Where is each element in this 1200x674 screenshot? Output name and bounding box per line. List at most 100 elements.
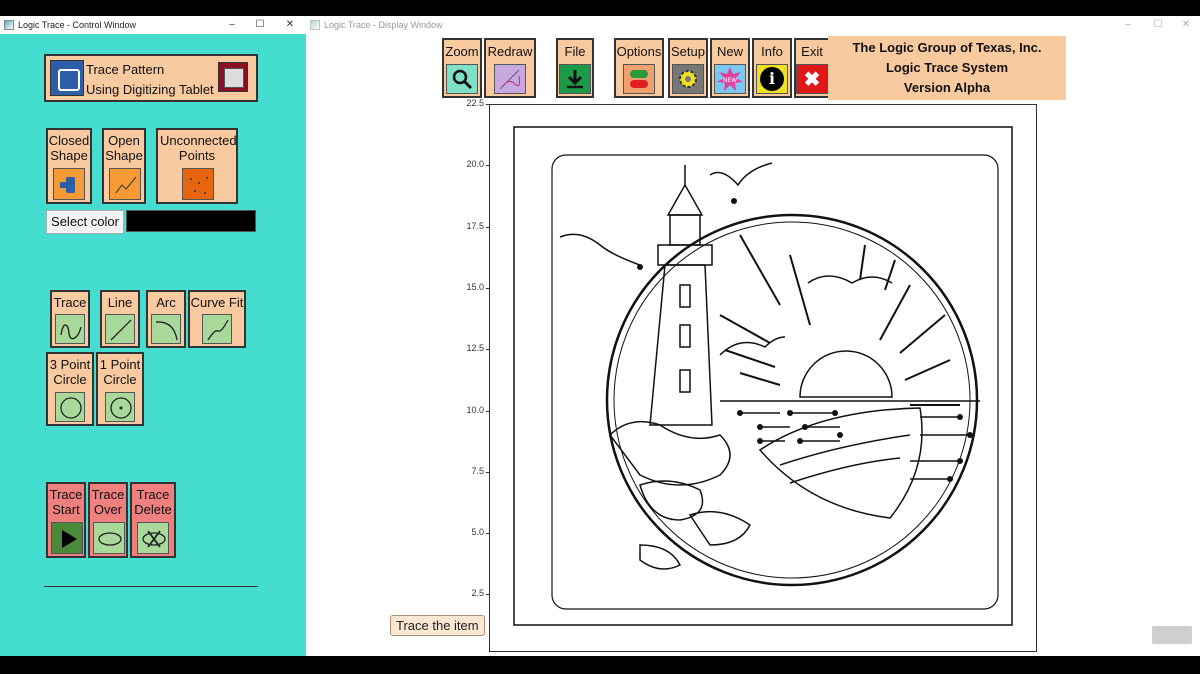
- color-swatch[interactable]: [126, 210, 256, 232]
- redraw-icon: [494, 64, 526, 94]
- maximize-button[interactable]: ☐: [246, 16, 274, 34]
- trace-start-button[interactable]: Trace Start: [46, 482, 86, 558]
- trace-button[interactable]: Trace: [50, 290, 90, 348]
- y-tick-label: 22.5: [466, 98, 484, 108]
- three-point-circle-button[interactable]: 3 Point Circle: [46, 352, 94, 426]
- maximize-button[interactable]: ☐: [1144, 16, 1172, 34]
- info-icon: i: [756, 64, 788, 94]
- trace-delete-icon: [137, 522, 169, 554]
- exit-button[interactable]: Exit ✖: [794, 38, 830, 98]
- new-badge-text: NEW: [723, 77, 737, 84]
- tablet-icon: [50, 60, 84, 96]
- minimize-button[interactable]: –: [1114, 16, 1142, 34]
- control-window-titlebar[interactable]: Logic Trace - Control Window – ☐ ✕: [0, 16, 306, 34]
- display-area: Zoom Redraw File Options Setup New NEW I…: [306, 34, 1200, 656]
- play-icon: [51, 522, 83, 554]
- y-tick-label: 7.5: [471, 465, 484, 476]
- closed-shape-label: Closed Shape: [48, 133, 90, 163]
- drawing-canvas[interactable]: [489, 104, 1037, 652]
- one-point-circle-label: 1 Point Circle: [99, 357, 141, 387]
- overlay-control-icon: [1152, 626, 1192, 644]
- minimize-button[interactable]: –: [218, 16, 246, 34]
- system-name: Logic Trace System: [885, 60, 1009, 75]
- control-window-title: Logic Trace - Control Window: [18, 20, 137, 30]
- select-color-button[interactable]: Select color: [46, 210, 124, 234]
- version-label: Version Alpha: [903, 80, 991, 95]
- trace-start-label: Trace Start: [49, 487, 83, 517]
- y-tick-label: 10.0: [466, 404, 484, 415]
- new-badge-icon: NEW: [714, 64, 746, 94]
- arc-button[interactable]: Arc: [146, 290, 186, 348]
- display-window: Logic Trace - Display Window – ☐ ✕ Zoom …: [306, 16, 1200, 656]
- unconnected-points-icon: [182, 168, 214, 200]
- open-shape-icon: [109, 168, 141, 200]
- trace-over-label: Trace Over: [91, 487, 125, 517]
- desktop: Logic Trace - Control Window – ☐ ✕ Trace…: [0, 0, 1200, 674]
- circle-center-icon: [105, 392, 135, 422]
- trace-over-button[interactable]: Trace Over: [88, 482, 128, 558]
- closed-shape-icon: [53, 168, 85, 200]
- setup-label: Setup: [671, 44, 705, 59]
- curve-fit-icon: [202, 314, 232, 344]
- freehand-icon: [55, 314, 85, 344]
- options-button[interactable]: Options: [614, 38, 664, 98]
- tablet-label-line2: Using Digitizing Tablet: [86, 82, 214, 97]
- closed-shape-button[interactable]: Closed Shape: [46, 128, 92, 204]
- company-banner: The Logic Group of Texas, Inc. Logic Tra…: [828, 36, 1066, 100]
- trace-over-icon: [93, 522, 125, 554]
- line-label: Line: [107, 295, 133, 310]
- circle-icon: [55, 392, 85, 422]
- exit-label: Exit: [801, 44, 823, 59]
- unconnected-points-button[interactable]: Unconnected Points: [156, 128, 238, 204]
- one-point-circle-button[interactable]: 1 Point Circle: [96, 352, 144, 426]
- options-label: Options: [616, 44, 662, 59]
- file-label: File: [564, 44, 586, 59]
- app-icon: [4, 20, 14, 30]
- display-window-title: Logic Trace - Display Window: [324, 20, 443, 30]
- curve-fit-button[interactable]: Curve Fit: [188, 290, 246, 348]
- trace-delete-label: Trace Delete: [134, 487, 172, 517]
- app-icon: [310, 20, 320, 30]
- traced-pattern: [513, 126, 1013, 626]
- info-glyph: i: [760, 67, 784, 91]
- download-icon: [559, 64, 591, 94]
- trace-tooltip: Trace the item: [390, 615, 485, 636]
- magnifier-icon: [446, 64, 478, 94]
- arc-icon: [151, 314, 181, 344]
- toggle-icon: [623, 64, 655, 94]
- y-tick-label: 17.5: [466, 220, 484, 231]
- close-button[interactable]: ✕: [1172, 16, 1200, 34]
- line-button[interactable]: Line: [100, 290, 140, 348]
- redraw-button[interactable]: Redraw: [484, 38, 536, 98]
- control-panel: Trace Pattern Using Digitizing Tablet Cl…: [0, 34, 306, 656]
- open-shape-label: Open Shape: [105, 133, 143, 163]
- y-tick-label: 2.5: [471, 588, 484, 599]
- arc-label: Arc: [156, 295, 176, 310]
- three-point-circle-label: 3 Point Circle: [49, 357, 91, 387]
- setup-button[interactable]: Setup: [668, 38, 708, 98]
- zoom-label: Zoom: [445, 44, 479, 59]
- close-icon: ✖: [796, 64, 828, 94]
- new-label: New: [716, 44, 743, 59]
- redraw-label: Redraw: [487, 44, 533, 59]
- divider: [44, 586, 258, 587]
- close-button[interactable]: ✕: [276, 16, 304, 34]
- curve-fit-label: Curve Fit: [190, 295, 244, 310]
- control-window: Logic Trace - Control Window – ☐ ✕ Trace…: [0, 16, 306, 656]
- digitizing-tablet-button[interactable]: Trace Pattern Using Digitizing Tablet: [44, 54, 258, 102]
- unconnected-points-label: Unconnected Points: [160, 133, 237, 163]
- y-tick-label: 12.5: [466, 343, 484, 354]
- trace-delete-button[interactable]: Trace Delete: [130, 482, 176, 558]
- display-window-titlebar[interactable]: Logic Trace - Display Window – ☐ ✕: [306, 16, 1200, 34]
- info-button[interactable]: Info i: [752, 38, 792, 98]
- trace-label: Trace: [53, 295, 87, 310]
- tablet-device-icon: [218, 62, 248, 92]
- y-tick-label: 5.0: [471, 527, 484, 538]
- zoom-button[interactable]: Zoom: [442, 38, 482, 98]
- new-button[interactable]: New NEW: [710, 38, 750, 98]
- y-tick-label: 20.0: [466, 159, 484, 170]
- file-button[interactable]: File: [556, 38, 594, 98]
- open-shape-button[interactable]: Open Shape: [102, 128, 146, 204]
- tablet-label-line1: Trace Pattern: [86, 62, 165, 77]
- line-icon: [105, 314, 135, 344]
